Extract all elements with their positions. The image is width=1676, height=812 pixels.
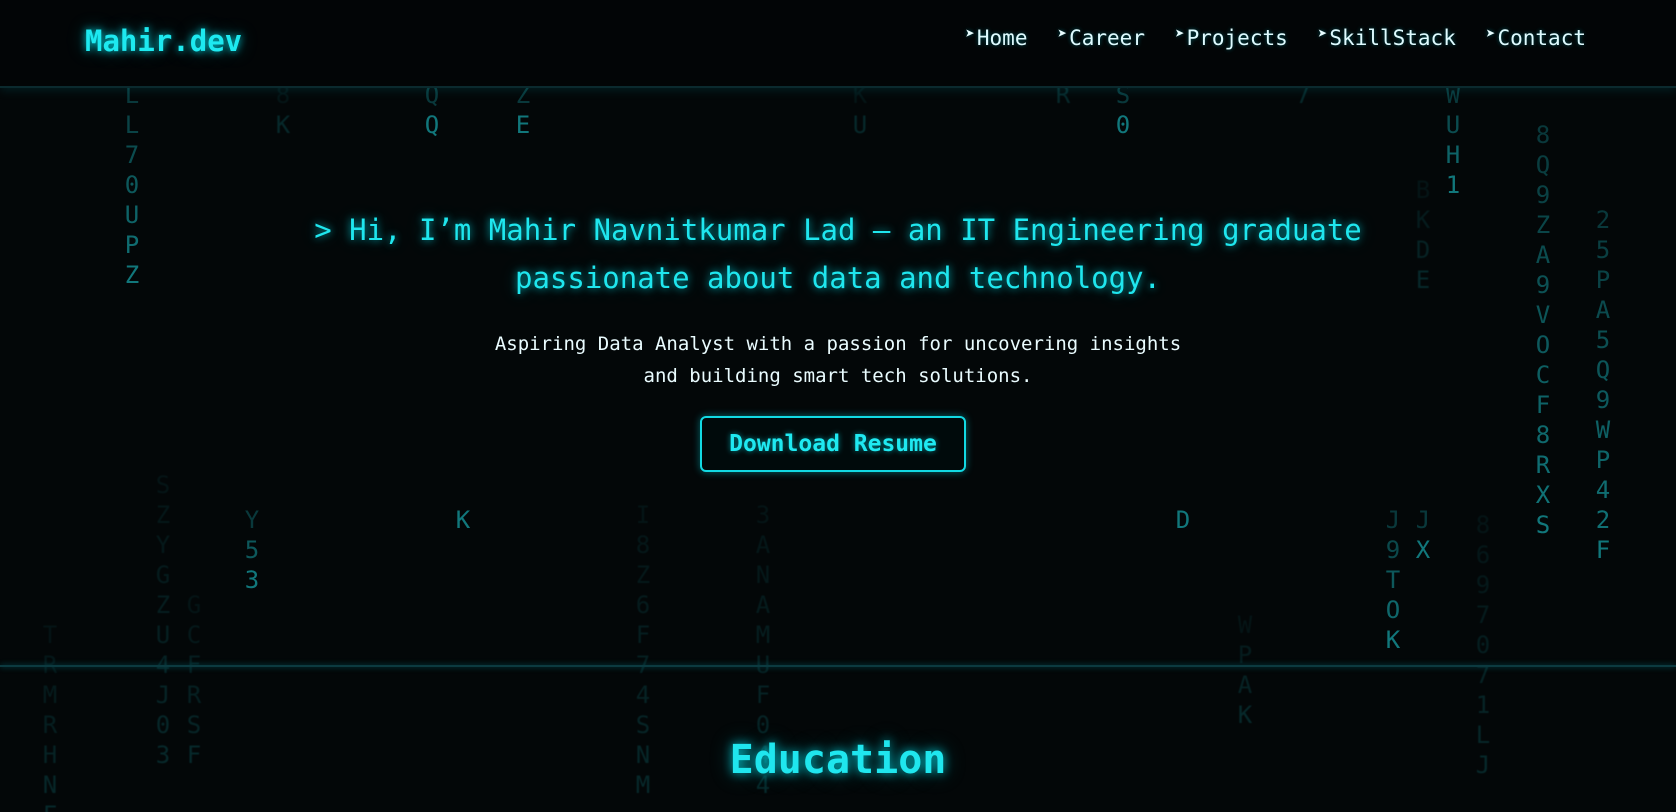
education-title: Education (729, 737, 947, 783)
hero-section: > Hi, I’m Mahir Navnitkumar Lad — an IT … (0, 88, 1676, 666)
nav-link-skillstack[interactable]: ➤ SkillStack (1317, 24, 1456, 50)
arrow-right-icon: ➤ (1057, 24, 1068, 43)
page: LL70UPZSZYGZU4J03GCFRSFY538KQQKZEI8Z6F74… (0, 0, 1676, 812)
arrow-right-icon: ➤ (1174, 24, 1185, 43)
hero-subtitle-line-2: and building smart tech solutions. (643, 365, 1033, 387)
hero-headline: > Hi, I’m Mahir Navnitkumar Lad — an IT … (238, 206, 1438, 302)
nav-link-label: Projects (1186, 26, 1288, 50)
nav-link-label: Home (976, 26, 1028, 50)
navbar: Mahir.dev ➤ Home ➤ Career ➤ Projects ➤ S… (0, 0, 1676, 88)
nav-link-label: SkillStack (1329, 26, 1456, 50)
arrow-right-icon: ➤ (1485, 24, 1496, 43)
nav-link-contact[interactable]: ➤ Contact (1485, 24, 1586, 50)
nav-links: ➤ Home ➤ Career ➤ Projects ➤ SkillStack … (965, 24, 1586, 50)
education-section: Education (0, 667, 1676, 812)
nav-link-home[interactable]: ➤ Home (965, 24, 1028, 50)
nav-link-career[interactable]: ➤ Career (1057, 24, 1145, 50)
brand-logo[interactable]: Mahir.dev (85, 24, 242, 58)
nav-link-label: Career (1069, 26, 1145, 50)
hero-headline-line-1: > Hi, I’m Mahir Navnitkumar Lad — an IT … (314, 213, 1362, 247)
arrow-right-icon: ➤ (965, 24, 975, 43)
download-resume-button[interactable]: Download Resume (700, 416, 966, 472)
nav-link-projects[interactable]: ➤ Projects (1174, 24, 1288, 50)
hero-subtitle: Aspiring Data Analyst with a passion for… (438, 328, 1238, 392)
hero-headline-line-2: passionate about data and technology. (514, 261, 1161, 295)
arrow-right-icon: ➤ (1317, 24, 1328, 43)
nav-link-label: Contact (1497, 26, 1586, 50)
hero-subtitle-line-1: Aspiring Data Analyst with a passion for… (494, 333, 1182, 355)
